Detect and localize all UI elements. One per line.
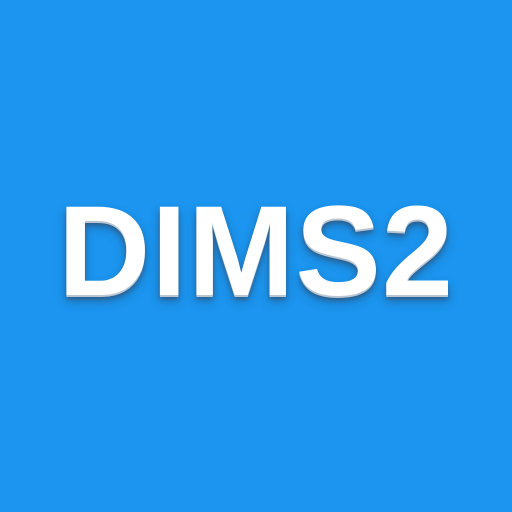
app-icon: DIMS2 (0, 0, 512, 512)
app-name-label: DIMS2 (57, 180, 455, 323)
